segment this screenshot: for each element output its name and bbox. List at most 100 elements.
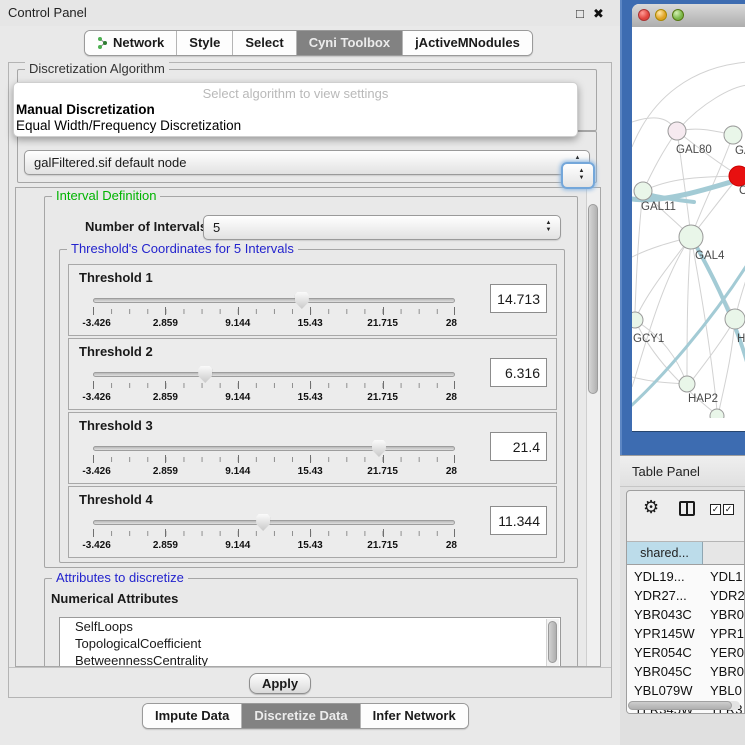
slider-thumb[interactable] [372, 440, 386, 457]
tab-discretize-data[interactable]: Discretize Data [242, 704, 360, 728]
table-row[interactable]: YDL19... YDL1 [627, 567, 745, 587]
slider-thumb[interactable] [198, 366, 212, 383]
number-of-intervals-combobox[interactable]: 5 ▲▼ [203, 215, 561, 240]
float-window-icon[interactable]: □ [576, 6, 584, 21]
group-label: Attributes to discretize [52, 570, 188, 585]
table-row[interactable]: YBR045C YBR0 [627, 662, 745, 682]
slider-track[interactable] [93, 372, 455, 377]
threshold-1-slider[interactable]: -3.426 2.859 9.144 15.43 21.715 28 [93, 295, 455, 333]
checkbox-icon[interactable]: ✓ [710, 504, 721, 515]
combo-arrows-icon: ▲▼ [577, 168, 586, 182]
column-header-shared-name[interactable]: shared... [627, 542, 703, 565]
tick [93, 529, 94, 537]
slider-track[interactable] [93, 446, 455, 451]
cell[interactable]: YBL0 [710, 683, 742, 698]
checkbox-icon[interactable]: ✓ [723, 504, 734, 515]
tab-select[interactable]: Select [233, 31, 296, 55]
table-row[interactable]: YDR27... YDR2 [627, 586, 745, 606]
group-label: Threshold's Coordinates for 5 Intervals [67, 241, 298, 256]
close-traffic-light-icon[interactable] [638, 9, 650, 21]
cell[interactable]: YPR1 [710, 626, 744, 641]
close-icon[interactable]: ✖ [593, 6, 604, 22]
threshold-2-slider[interactable]: -3.426 2.859 9.144 15.43 21.715 28 [93, 369, 455, 407]
tab-label: Infer Network [373, 708, 456, 723]
cell[interactable]: YBR043C [634, 607, 692, 622]
threshold-3-slider[interactable]: -3.426 2.859 9.144 15.43 21.715 28 [93, 443, 455, 481]
network-node[interactable] [668, 122, 686, 140]
list-scrollbar[interactable] [546, 619, 559, 667]
cell[interactable]: YER054C [634, 645, 692, 660]
table-horizontal-scrollbar[interactable] [628, 701, 740, 710]
tick [93, 307, 94, 315]
threshold-2-value-field[interactable]: 6.316 [490, 358, 547, 387]
network-node[interactable] [710, 409, 724, 418]
zoom-traffic-light-icon[interactable] [672, 9, 684, 21]
tab-network[interactable]: Network [85, 31, 177, 55]
threshold-4-slider[interactable]: -3.426 2.859 9.144 15.43 21.715 28 [93, 517, 455, 555]
dropdown-option-equal-width-frequency[interactable]: Equal Width/Frequency Discretization [16, 118, 241, 133]
threshold-1-panel: Threshold 1 -3.426 2.859 9.144 15.43 [68, 264, 557, 336]
table-horizontal-scrollbar-thumb[interactable] [628, 701, 732, 710]
tab-infer-network[interactable]: Infer Network [361, 704, 468, 728]
tab-style[interactable]: Style [177, 31, 233, 55]
minimize-traffic-light-icon[interactable] [655, 9, 667, 21]
slider-scale: -3.426 2.859 9.144 15.43 21.715 28 [93, 466, 455, 478]
table-header-row: shared... na [627, 542, 745, 565]
table-row[interactable]: YER054C YER0 [627, 643, 745, 663]
network-node-selected[interactable] [729, 166, 745, 186]
list-item[interactable]: SelfLoops [60, 618, 560, 635]
algorithm-combobox-edge[interactable]: ▲▼ [561, 162, 595, 189]
cell[interactable]: YDR27... [634, 588, 687, 603]
tick [454, 307, 455, 315]
list-item[interactable]: TopologicalCoefficient [60, 635, 560, 652]
cell[interactable]: YBR0 [710, 607, 744, 622]
table-row[interactable]: YBR043C YBR0 [627, 605, 745, 625]
slider-track[interactable] [93, 520, 455, 525]
network-node[interactable] [679, 376, 695, 392]
apply-button[interactable]: Apply [249, 673, 311, 694]
list-scrollbar-thumb[interactable] [548, 621, 557, 663]
tab-jactivemnodules[interactable]: jActiveMNodules [403, 31, 532, 55]
network-node[interactable] [679, 225, 703, 249]
cell[interactable]: YBR045C [634, 664, 692, 679]
table-row[interactable]: YBL079W YBL0 [627, 681, 745, 701]
cell[interactable]: YBL079W [634, 683, 693, 698]
threshold-4-panel: Threshold 4 -3.426 2.859 9.144 15.43 [68, 486, 557, 558]
threshold-1-value-field[interactable]: 14.713 [490, 284, 547, 313]
node-label: GAL4 [695, 250, 725, 262]
threshold-4-value-field[interactable]: 11.344 [490, 506, 547, 535]
threshold-3-value-field[interactable]: 21.4 [490, 432, 547, 461]
dropdown-hint-option[interactable]: Select algorithm to view settings [14, 86, 577, 101]
tab-impute-data[interactable]: Impute Data [143, 704, 242, 728]
node-label: GAL80 [676, 144, 712, 156]
cell[interactable]: YPR145W [634, 626, 695, 641]
cell[interactable]: YBR0 [710, 664, 744, 679]
settings-scrollbar-thumb[interactable] [588, 204, 598, 394]
scale-label: 21.715 [367, 318, 398, 329]
bottom-tab-bar: Impute Data Discretize Data Infer Networ… [142, 703, 469, 729]
cell[interactable]: YDL19... [634, 569, 685, 584]
column-layout-icon[interactable] [679, 501, 695, 516]
table-row[interactable]: YPR145W YPR1 [627, 624, 745, 644]
cell[interactable]: YDR2 [710, 588, 745, 603]
node-label: GAL11 [641, 201, 676, 213]
gear-icon[interactable]: ⚙ [643, 497, 659, 518]
cell[interactable]: YER0 [710, 645, 744, 660]
slider-track[interactable] [93, 298, 455, 303]
slider-thumb[interactable] [295, 292, 309, 309]
network-window-titlebar[interactable] [632, 4, 745, 28]
cell[interactable]: YDL1 [710, 569, 743, 584]
network-node[interactable] [632, 312, 643, 328]
tab-cyni-toolbox[interactable]: Cyni Toolbox [297, 31, 403, 55]
dropdown-option-manual-discretization[interactable]: Manual Discretization [16, 102, 155, 117]
network-node[interactable] [634, 182, 652, 200]
column-header-name[interactable]: na [703, 542, 745, 565]
numerical-attributes-list[interactable]: SelfLoops TopologicalCoefficient Between… [59, 617, 561, 667]
network-node[interactable] [725, 309, 745, 329]
settings-scrollbar[interactable] [586, 188, 600, 666]
network-node[interactable] [724, 126, 742, 144]
slider-thumb[interactable] [256, 514, 270, 531]
network-canvas[interactable]: GAL80 GA C GAL11 GAL4 GCY1 H HAP2 [632, 27, 745, 418]
table-data-combobox[interactable]: galFiltered.sif default node ▲▼ [24, 150, 590, 175]
list-item[interactable]: BetweennessCentrality [60, 652, 560, 667]
